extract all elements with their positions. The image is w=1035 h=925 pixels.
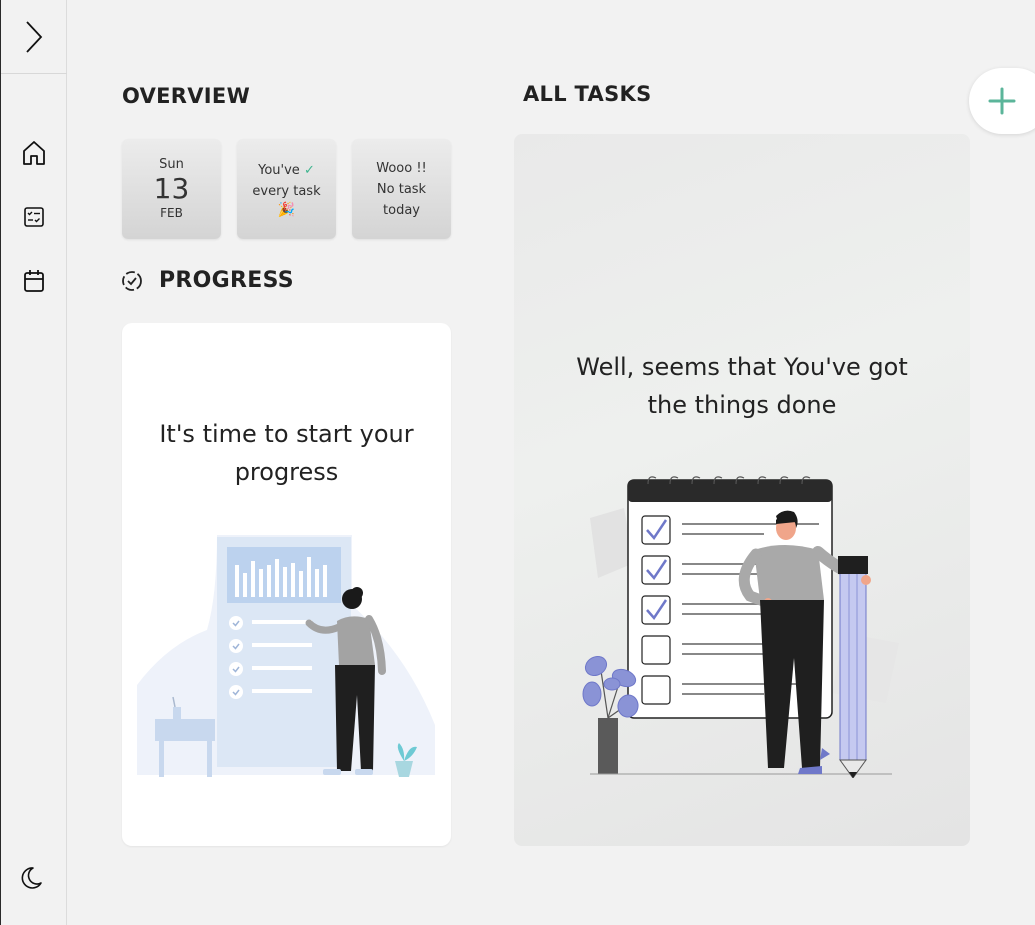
date-day: Sun <box>159 157 184 172</box>
date-month: FEB <box>160 206 183 220</box>
sidebar-item-calendar[interactable] <box>21 268 47 294</box>
no-task-line2: No task <box>376 181 427 197</box>
sidebar-item-tasks[interactable] <box>21 204 47 230</box>
tasks-done-word: You've <box>258 163 300 178</box>
tasks-done-line2: every task <box>252 184 321 199</box>
sidebar <box>0 0 67 925</box>
party-popper-icon: 🎉 <box>277 202 296 218</box>
all-tasks-message: Well, seems that You've got the things d… <box>576 353 908 419</box>
home-icon <box>23 141 45 165</box>
moon-icon <box>21 867 42 889</box>
sidebar-toggle-button[interactable] <box>1 0 67 74</box>
chevron-right-icon <box>26 20 43 53</box>
calendar-icon <box>24 270 44 292</box>
all-tasks-card: Well, seems that You've got the things d… <box>514 134 970 846</box>
date-number: 13 <box>153 172 190 205</box>
no-task-line3: today <box>383 202 420 218</box>
progress-illustration <box>137 535 435 777</box>
checklist-icon <box>24 207 44 227</box>
theme-toggle-button[interactable] <box>18 865 44 891</box>
tasks-done-illustration <box>582 476 899 778</box>
all-tasks-title: ALL TASKS <box>523 82 652 106</box>
tasks-done-line1: You've ✓ <box>258 160 315 181</box>
progress-check-icon <box>122 271 142 291</box>
sidebar-item-home[interactable] <box>21 140 47 166</box>
add-task-button[interactable] <box>969 68 1035 134</box>
no-task-card: Wooo !! No task today <box>352 139 451 239</box>
progress-title: PROGRESS <box>159 268 294 293</box>
progress-card: It's time to start your progress <box>122 323 451 846</box>
overview-title: OVERVIEW <box>122 84 251 108</box>
tasks-done-card: You've ✓ every task 🎉 <box>237 139 336 239</box>
check-icon: ✓ <box>303 163 315 178</box>
progress-message: It's time to start your progress <box>159 420 414 486</box>
no-task-line1: Wooo !! <box>376 160 427 176</box>
plus-icon <box>988 87 1016 115</box>
date-card: Sun 13 FEB <box>122 139 221 239</box>
